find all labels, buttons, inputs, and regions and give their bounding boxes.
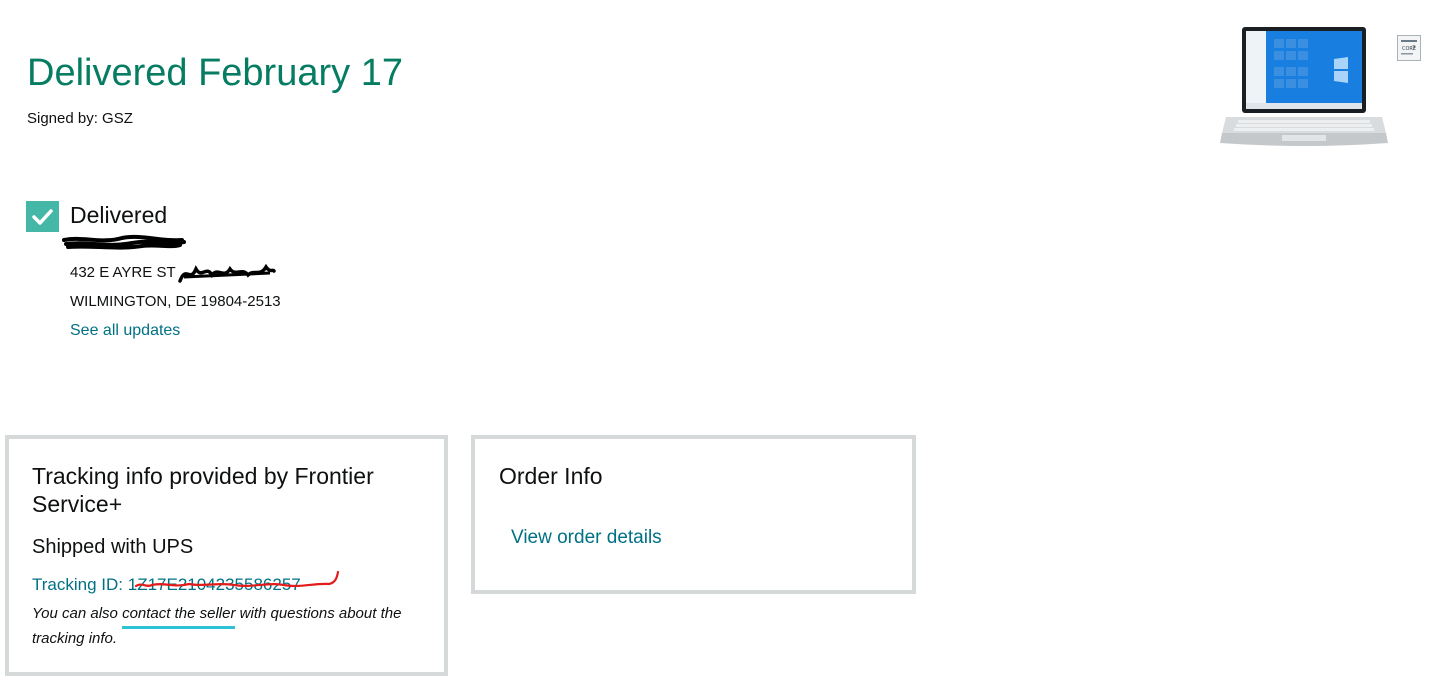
laptop-image	[1220, 27, 1388, 146]
shipped-with-carrier: Shipped with UPS	[32, 536, 194, 558]
tracking-note: You can also contact the seller with que…	[32, 601, 422, 651]
redaction-scribble	[62, 234, 186, 250]
redaction-scribble	[178, 263, 276, 283]
see-all-updates-link[interactable]: See all updates	[70, 322, 180, 340]
delivered-check-icon	[26, 201, 59, 232]
delivery-status-title: Delivered February 17	[27, 52, 403, 94]
tracking-card-title: Tracking info provided by Frontier Servi…	[32, 463, 374, 517]
order-card-title: Order Info	[499, 463, 603, 489]
address-line-2: WILMINGTON, DE 19804-2513	[70, 293, 281, 310]
red-annotation-underline	[134, 570, 340, 588]
tracking-id-label: Tracking ID:	[32, 575, 128, 594]
contact-seller-text: contact the seller	[122, 605, 236, 622]
intel-core-i7-badge: CORE 7	[1397, 35, 1421, 61]
address-line-1: 432 E AYRE ST	[70, 264, 176, 281]
progress-step-label: Delivered	[70, 202, 168, 228]
cyan-annotation-underline	[122, 626, 236, 629]
signed-by-text: Signed by: GSZ	[27, 110, 133, 127]
contact-seller-link[interactable]: contact the seller	[122, 601, 236, 629]
view-order-details-link[interactable]: View order details	[511, 527, 662, 549]
note-prefix: You can also	[32, 605, 123, 622]
svg-text:7: 7	[1412, 45, 1416, 52]
order-info-card	[471, 435, 916, 594]
